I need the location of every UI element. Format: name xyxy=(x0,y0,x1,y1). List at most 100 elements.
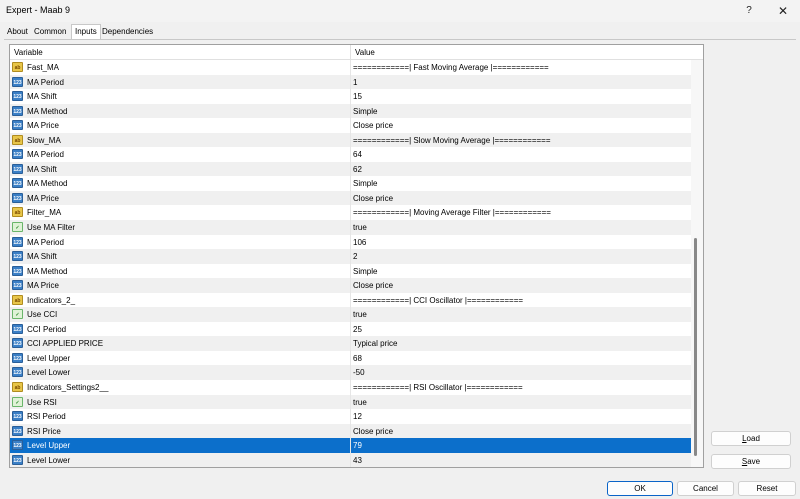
variable-value[interactable]: true xyxy=(353,223,367,232)
variable-value[interactable]: true xyxy=(353,310,367,319)
table-row[interactable]: ab Indicators_2_ ============| CCI Oscilla… xyxy=(10,292,691,308)
table-row[interactable]: 123 MA Price Close price xyxy=(10,278,691,293)
variable-value[interactable]: ============| CCI Oscillator |==========… xyxy=(353,296,523,305)
integer-type-icon: 123 xyxy=(12,440,23,451)
column-divider xyxy=(350,132,351,148)
table-row[interactable]: 123 MA Price Close price xyxy=(10,190,691,206)
variable-value[interactable]: 25 xyxy=(353,325,362,334)
table-row[interactable]: 123 MA Method Simple xyxy=(10,103,691,119)
tab-dependencies[interactable]: Dependencies xyxy=(99,25,156,39)
table-row[interactable]: 123 RSI Period 12 xyxy=(10,409,691,424)
table-row[interactable]: 123 MA Price Close price xyxy=(10,118,691,133)
variable-name: MA Method xyxy=(27,266,68,276)
table-row[interactable]: 123 MA Period 1 xyxy=(10,74,691,90)
table-row[interactable]: 123 MA Period 64 xyxy=(10,147,691,162)
variable-value[interactable]: Simple xyxy=(353,107,377,116)
variable-value[interactable]: Close price xyxy=(353,281,393,290)
variable-name: CCI Period xyxy=(27,324,67,334)
help-button[interactable]: ? xyxy=(733,2,765,20)
variable-value[interactable]: 43 xyxy=(353,456,362,465)
table-row[interactable]: 123 MA Shift 2 xyxy=(10,249,691,264)
variable-value[interactable]: Close price xyxy=(353,121,393,130)
ok-button[interactable]: OK xyxy=(607,481,673,496)
variable-value[interactable]: -50 xyxy=(353,368,365,377)
reset-button[interactable]: Reset xyxy=(738,481,796,496)
variable-value[interactable]: ============| Moving Average Filter |===… xyxy=(353,208,551,217)
table-row[interactable]: ✓ Use MA Filter true xyxy=(10,220,691,235)
variable-value[interactable]: Close price xyxy=(353,427,393,436)
table-row[interactable]: 123 MA Shift 62 xyxy=(10,161,691,177)
load-button[interactable]: Load xyxy=(711,431,791,446)
vertical-scrollbar[interactable] xyxy=(691,60,703,467)
column-divider xyxy=(350,74,351,90)
table-row[interactable]: ab Filter_MA ============| Moving Average … xyxy=(10,205,691,221)
variable-value[interactable]: Typical price xyxy=(353,339,397,348)
column-divider xyxy=(350,438,351,453)
table-row[interactable]: ✓ Use CCI true xyxy=(10,307,691,322)
close-button[interactable]: ✕ xyxy=(767,2,799,20)
title-bar: Expert - Maab 9 ? ✕ xyxy=(0,0,800,22)
integer-type-icon: 123 xyxy=(12,338,23,349)
load-label-post: oad xyxy=(746,434,760,443)
table-row[interactable]: 123 MA Method Simple xyxy=(10,263,691,279)
variable-name: MA Shift xyxy=(27,252,57,262)
variable-value[interactable]: ============| Slow Moving Average |=====… xyxy=(353,136,551,145)
integer-type-icon: 123 xyxy=(12,178,23,189)
variable-name: Use RSI xyxy=(27,397,57,407)
table-row[interactable]: ✓ Use RSI true xyxy=(10,394,691,410)
table-row[interactable]: 123 Level Upper 79 xyxy=(10,438,691,453)
column-header-variable[interactable]: Variable xyxy=(14,48,43,57)
variable-value[interactable]: 12 xyxy=(353,412,362,421)
table-row[interactable]: 123 Level Upper 68 xyxy=(10,350,691,366)
table-row[interactable]: 123 MA Shift 15 xyxy=(10,89,691,104)
inputs-grid: Variable Value ab Fast_MA ============| Fa… xyxy=(9,44,704,468)
table-row[interactable]: 123 Level Lower -50 xyxy=(10,365,691,381)
integer-type-icon: 123 xyxy=(12,352,23,363)
variable-value[interactable]: 106 xyxy=(353,238,366,247)
column-divider[interactable] xyxy=(350,45,351,60)
column-divider xyxy=(350,176,351,191)
column-divider xyxy=(350,321,351,337)
save-button[interactable]: Save xyxy=(711,454,791,469)
variable-value[interactable]: 2 xyxy=(353,252,357,261)
variable-value[interactable]: ============| Fast Moving Average |=====… xyxy=(353,63,549,72)
tab-about[interactable]: About xyxy=(4,25,31,39)
table-row[interactable]: 123 CCI Period 25 xyxy=(10,321,691,337)
variable-value[interactable]: 62 xyxy=(353,165,362,174)
variable-value[interactable]: Close price xyxy=(353,194,393,203)
string-type-icon: ab xyxy=(12,382,23,393)
tab-common[interactable]: Common xyxy=(31,25,69,39)
variable-value[interactable]: 15 xyxy=(353,92,362,101)
table-row[interactable]: 123 MA Period 106 xyxy=(10,234,691,250)
table-row[interactable]: ab Fast_MA ============| Fast Moving Avera… xyxy=(10,60,691,75)
integer-type-icon: 123 xyxy=(12,367,23,378)
boolean-type-icon: ✓ xyxy=(12,396,23,407)
variable-value[interactable]: 64 xyxy=(353,150,362,159)
variable-value[interactable]: ============| RSI Oscillator |==========… xyxy=(353,383,523,392)
integer-type-icon: 123 xyxy=(12,76,23,87)
column-header-value[interactable]: Value xyxy=(355,48,375,57)
table-row[interactable]: 123 RSI Price Close price xyxy=(10,423,691,439)
variable-value[interactable]: 68 xyxy=(353,354,362,363)
variable-value[interactable]: 79 xyxy=(353,441,362,450)
variable-name: RSI Period xyxy=(27,412,66,422)
table-row[interactable]: ab Indicators_Settings2__ ============| RS… xyxy=(10,380,691,395)
table-row[interactable]: ab Slow_MA ============| Slow Moving Avera… xyxy=(10,132,691,148)
variable-name: Level Upper xyxy=(27,353,71,363)
table-row[interactable]: 123 CCI APPLIED PRICE Typical price xyxy=(10,336,691,351)
table-row[interactable]: 123 Level Lower 43 xyxy=(10,452,691,467)
integer-type-icon: 123 xyxy=(12,454,23,465)
column-divider xyxy=(350,190,351,206)
variable-value[interactable]: Simple xyxy=(353,179,377,188)
variable-value[interactable]: 1 xyxy=(353,78,357,87)
variable-name: MA Method xyxy=(27,106,68,116)
tab-inputs[interactable]: Inputs xyxy=(71,24,101,39)
cancel-button[interactable]: Cancel xyxy=(677,481,734,496)
variable-name: Use MA Filter xyxy=(27,223,76,233)
variable-value[interactable]: Simple xyxy=(353,267,377,276)
column-divider xyxy=(350,60,351,75)
variable-value[interactable]: true xyxy=(353,398,367,407)
scrollbar-thumb[interactable] xyxy=(694,238,697,456)
table-row[interactable]: 123 MA Method Simple xyxy=(10,176,691,191)
integer-type-icon: 123 xyxy=(12,163,23,174)
